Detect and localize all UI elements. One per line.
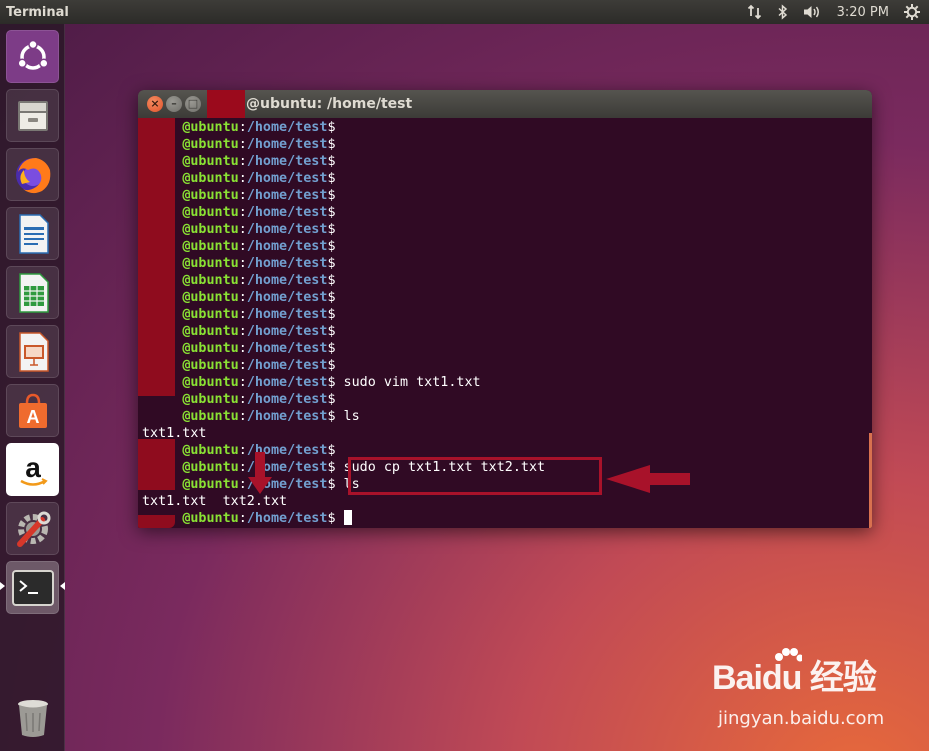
arrow-left-icon: [606, 465, 690, 493]
baidu-watermark: Baidu 经验 jingyan.baidu.com: [712, 648, 922, 735]
baidu-brand-text: Baidu 经验: [712, 659, 877, 697]
arrow-down-icon: [248, 452, 272, 494]
annotation-arrows: [248, 452, 690, 494]
baidu-site-text: jingyan.baidu.com: [718, 708, 885, 729]
